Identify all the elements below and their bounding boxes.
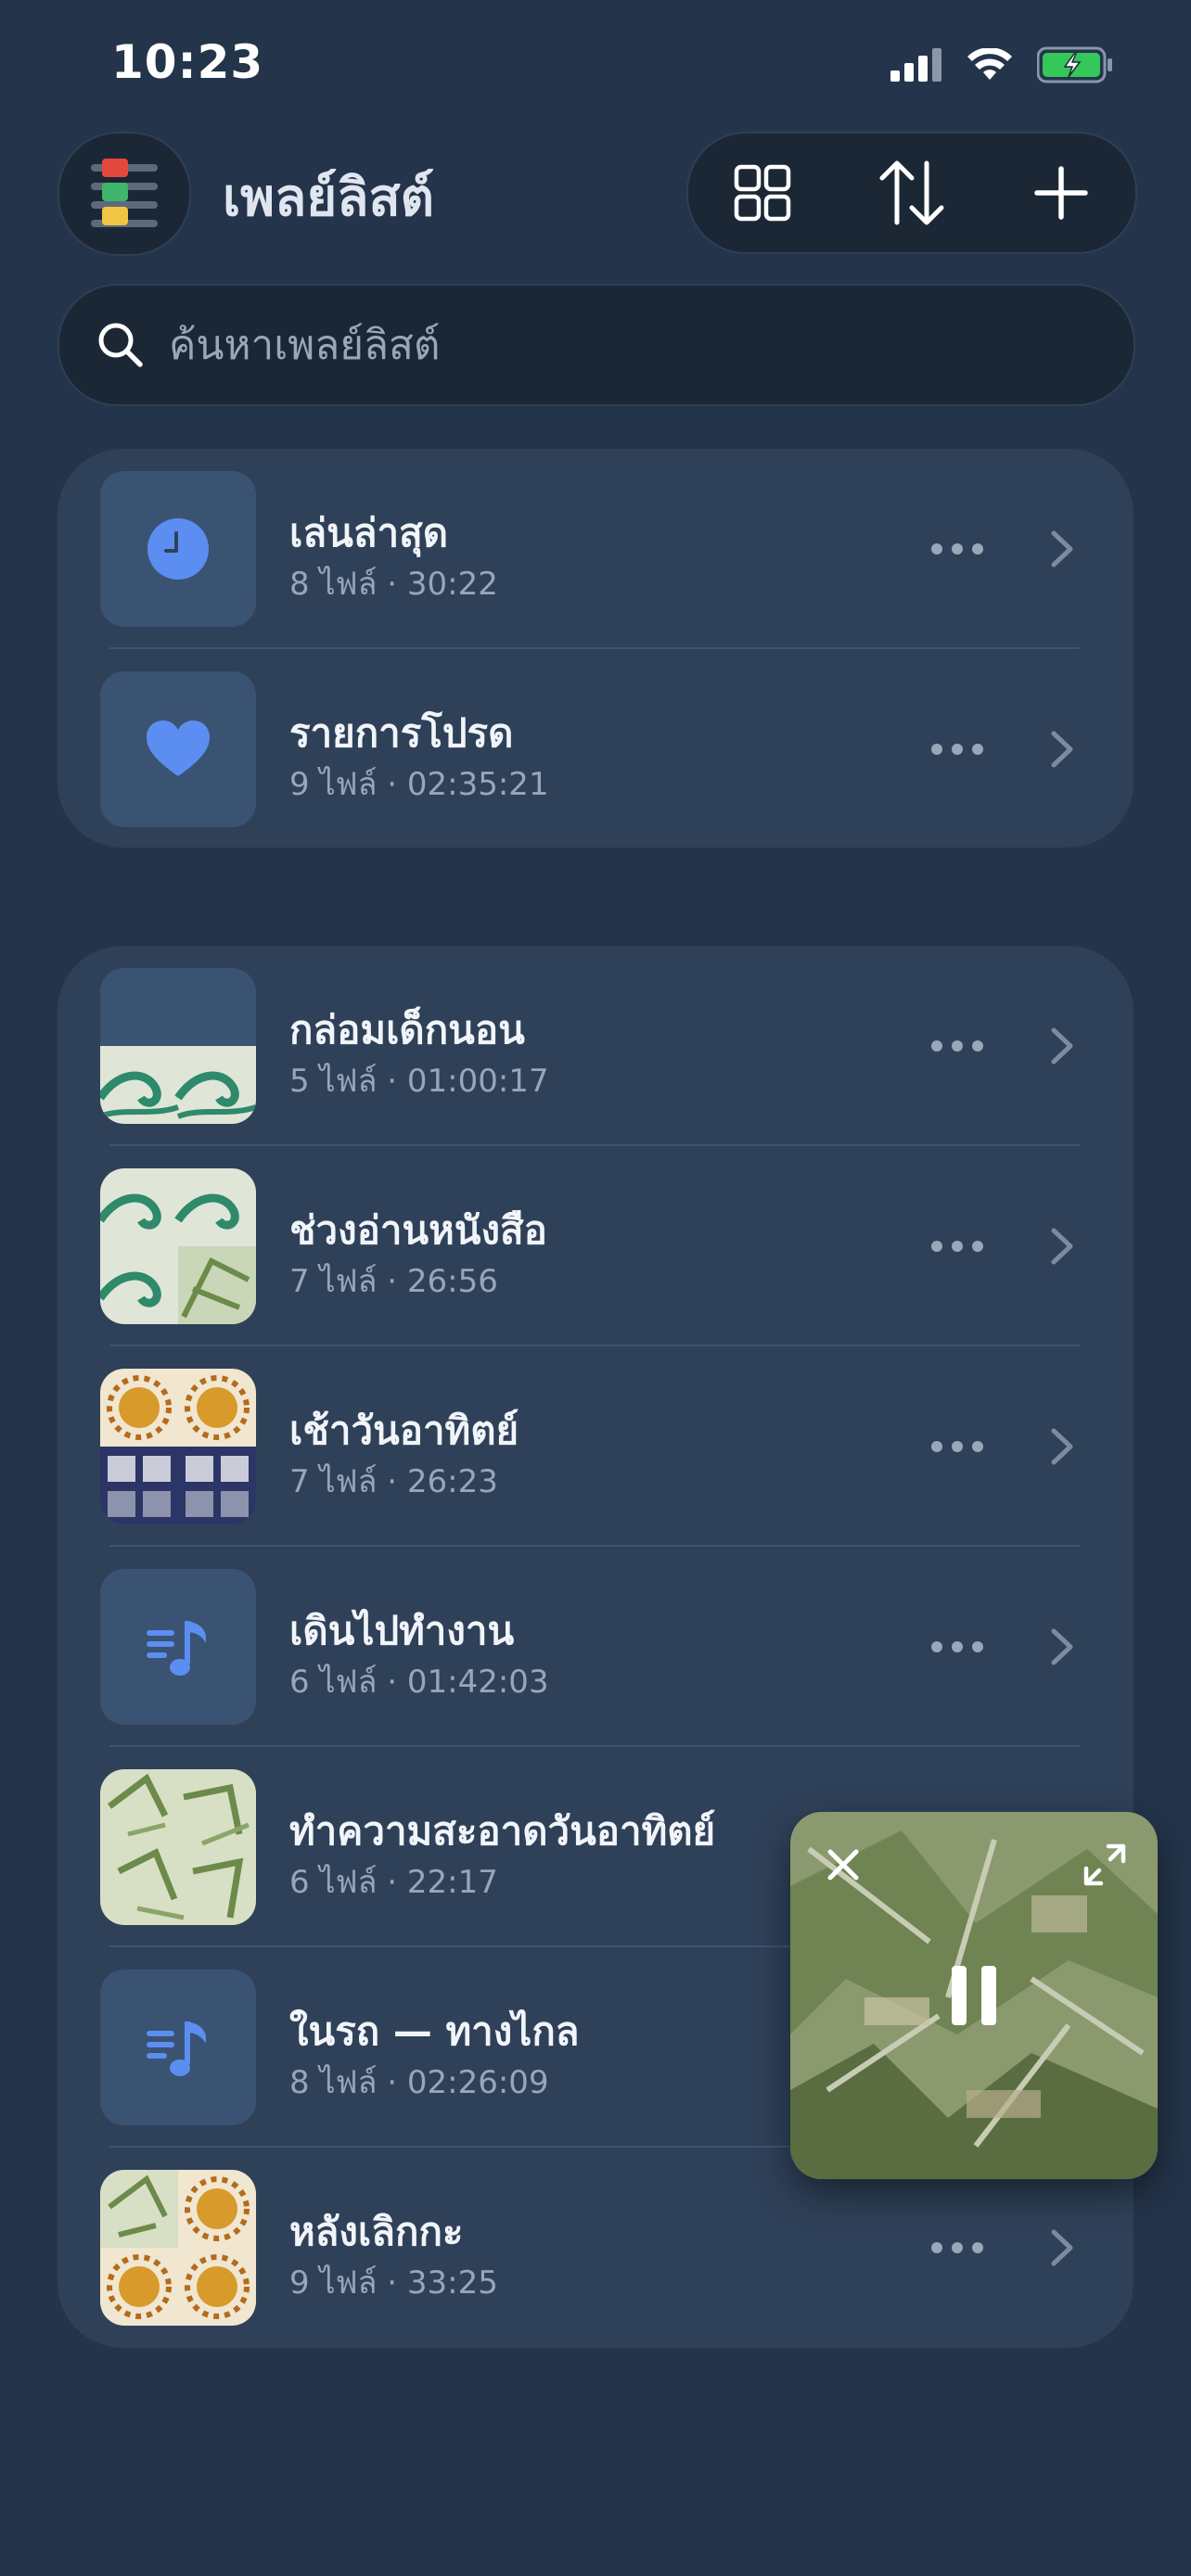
filter-list-icon [91, 159, 158, 227]
sort-icon [879, 160, 944, 225]
search-bar [58, 284, 1135, 406]
sort-button[interactable] [861, 142, 963, 244]
playlist-meta: 8 ไฟล์ · 02:26:09 [289, 2064, 549, 2101]
battery-icon [1037, 46, 1112, 83]
chevron-right-icon [1039, 723, 1085, 775]
playlist-artwork [100, 2170, 256, 2326]
playlist-title: หลังเลิกกะ [289, 2209, 464, 2254]
music-list-icon [147, 2021, 206, 2076]
close-player-button[interactable] [811, 1832, 876, 1897]
grid-view-button[interactable] [711, 142, 813, 244]
more-options-button[interactable] [920, 1621, 994, 1673]
playlist-artwork [100, 1168, 256, 1324]
chevron-right-icon [1039, 1621, 1085, 1673]
playlist-artwork [100, 968, 256, 1124]
chevron-right-icon [1039, 2222, 1085, 2274]
playlist-artwork [100, 1769, 256, 1925]
playlist-title: ช่วงอ่านหนังสือ [289, 1207, 547, 1253]
expand-icon [1083, 1843, 1126, 1886]
playlist-title: กล่อมเด็กนอน [289, 1007, 525, 1052]
menu-button[interactable] [58, 132, 191, 256]
playlist-row[interactable]: เดินไปทำงาน 6 ไฟล์ · 01:42:03 [58, 1547, 1133, 1747]
signal-icon [890, 48, 941, 82]
pinned-row-recent[interactable]: เล่นล่าสุด 8 ไฟล์ · 30:22 [58, 449, 1133, 649]
close-icon [827, 1849, 859, 1881]
chevron-right-icon [1039, 1421, 1085, 1473]
page-title: เพลย์ลิสต์ [223, 168, 435, 228]
more-options-button[interactable] [920, 1220, 994, 1272]
more-options-button[interactable] [920, 523, 994, 575]
chevron-right-icon [1039, 523, 1085, 575]
search-input[interactable] [167, 320, 1133, 370]
grid-icon [735, 164, 791, 222]
playlist-row[interactable]: กล่อมเด็กนอน 5 ไฟล์ · 01:00:17 [58, 946, 1133, 1146]
playlist-row[interactable]: เช้าวันอาทิตย์ 7 ไฟล์ · 26:23 [58, 1346, 1133, 1547]
more-options-button[interactable] [920, 1421, 994, 1473]
playlist-title: ในรถ — ทางไกล [289, 2009, 580, 2054]
status-bar: 10:23 [0, 0, 1191, 130]
playlist-artwork [100, 1970, 256, 2125]
playlist-meta: 9 ไฟล์ · 02:35:21 [289, 766, 549, 803]
playlist-thumbnail [100, 471, 256, 627]
wifi-icon [967, 48, 1012, 80]
playlist-title: ทำความสะอาดวันอาทิตย์ [289, 1808, 716, 1854]
more-options-button[interactable] [920, 2222, 994, 2274]
pinned-playlists-card: เล่นล่าสุด 8 ไฟล์ · 30:22 รายการโปรด 9 ไ… [58, 449, 1133, 848]
playlist-thumbnail [100, 671, 256, 827]
toolbar [686, 132, 1137, 254]
playlist-meta: 7 ไฟล์ · 26:23 [289, 1463, 498, 1500]
playlist-title: เช้าวันอาทิตย์ [289, 1408, 519, 1453]
pause-icon [952, 1966, 996, 2025]
playlist-meta: 6 ไฟล์ · 01:42:03 [289, 1664, 549, 1701]
status-time: 10:23 [111, 35, 264, 89]
mini-player[interactable] [790, 1812, 1158, 2179]
playlist-meta: 6 ไฟล์ · 22:17 [289, 1864, 498, 1901]
add-playlist-button[interactable] [1010, 142, 1112, 244]
playlist-meta: 7 ไฟล์ · 26:56 [289, 1263, 498, 1300]
music-list-icon [147, 1621, 206, 1676]
playlist-meta: 8 ไฟล์ · 30:22 [289, 566, 498, 603]
playlist-artwork [100, 1369, 256, 1524]
playlist-title: เล่นล่าสุด [289, 510, 449, 555]
playlist-meta: 9 ไฟล์ · 33:25 [289, 2264, 498, 2302]
plus-icon [1033, 166, 1088, 220]
playlist-artwork [100, 1569, 256, 1725]
pinned-row-favorites[interactable]: รายการโปรด 9 ไฟล์ · 02:35:21 [58, 649, 1133, 849]
more-options-button[interactable] [920, 1020, 994, 1072]
more-options-button[interactable] [920, 723, 994, 775]
search-icon [93, 317, 148, 373]
heart-icon [147, 721, 210, 776]
playlist-row[interactable]: ช่วงอ่านหนังสือ 7 ไฟล์ · 26:56 [58, 1146, 1133, 1346]
playlist-title: รายการโปรด [289, 710, 514, 756]
expand-player-button[interactable] [1072, 1832, 1137, 1897]
chevron-right-icon [1039, 1020, 1085, 1072]
pause-button[interactable] [941, 1963, 1006, 2028]
playlist-meta: 5 ไฟล์ · 01:00:17 [289, 1063, 549, 1100]
clock-icon [147, 518, 209, 580]
status-icons [890, 46, 1113, 83]
playlist-title: เดินไปทำงาน [289, 1608, 515, 1653]
chevron-right-icon [1039, 1220, 1085, 1272]
